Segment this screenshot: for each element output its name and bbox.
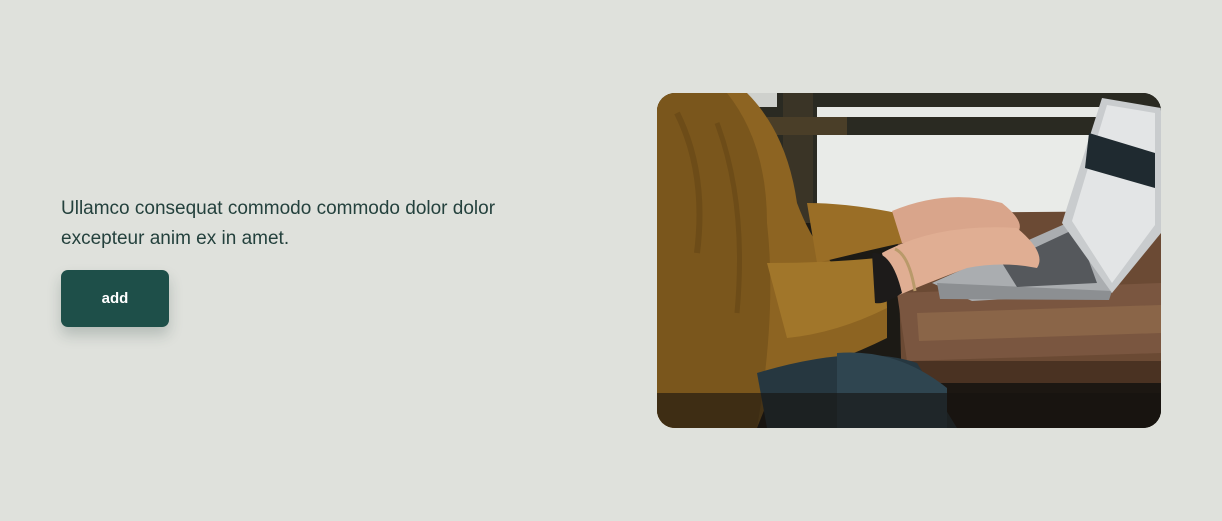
hero-description: Ullamco consequat commodo commodo dolor … [61, 198, 496, 249]
laptop-typing-illustration [657, 93, 1161, 428]
hero-text-block: Ullamco consequat commodo commodo dolor … [61, 194, 581, 254]
add-button[interactable]: add [61, 270, 169, 327]
hero-photo [657, 93, 1161, 428]
hero-section: Ullamco consequat commodo commodo dolor … [0, 0, 1222, 521]
